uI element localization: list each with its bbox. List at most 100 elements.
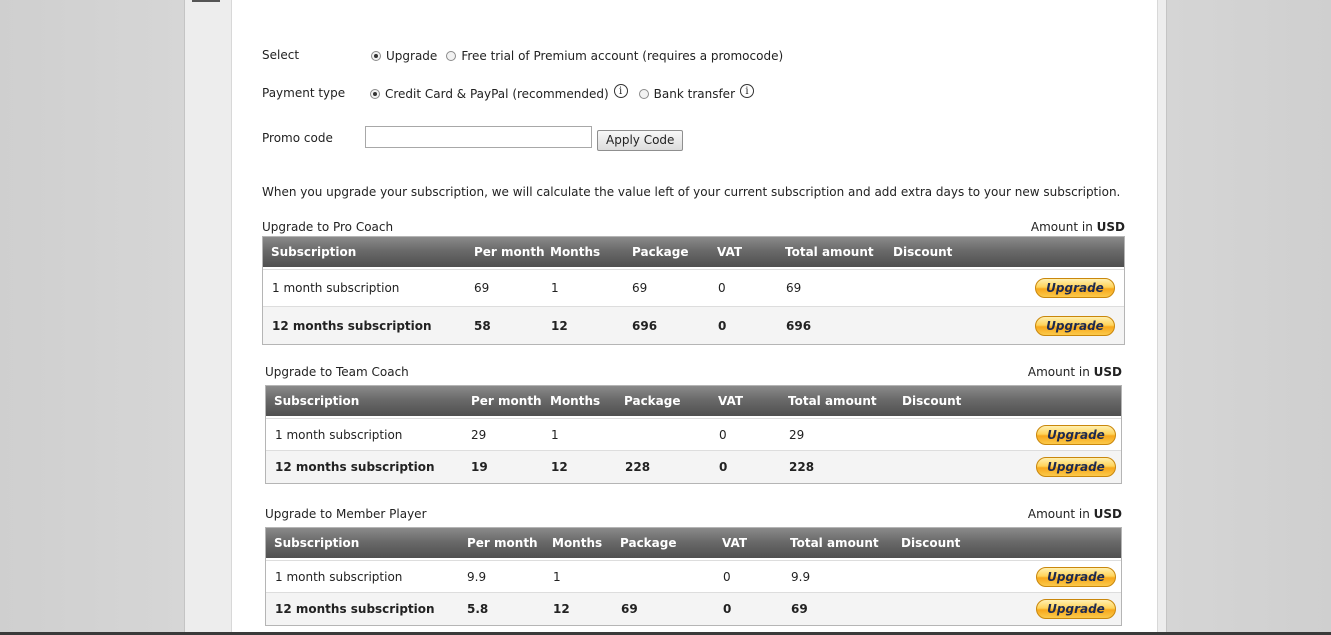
- credit-card-info-icon[interactable]: i: [613, 84, 628, 98]
- cell-per-month: 5.8: [467, 602, 489, 616]
- cell-vat: 0: [723, 569, 731, 584]
- cell-per-month: 29: [471, 427, 487, 442]
- section-title-member-player: Upgrade to Member Player: [265, 507, 427, 521]
- cell-vat: 0: [719, 460, 728, 474]
- cell-total: 228: [789, 460, 815, 474]
- cell-per-month: 19: [471, 460, 488, 474]
- upgrade-button[interactable]: Upgrade: [1036, 566, 1116, 587]
- header-per-month: Per month: [474, 245, 545, 259]
- upgrade-button[interactable]: Upgrade: [1036, 599, 1116, 619]
- credit-card-paypal-label[interactable]: Credit Card & PayPal (recommended): [385, 87, 609, 101]
- bank-transfer-radio[interactable]: [638, 89, 649, 99]
- table-row: 1 month subscription 29 1 0 29 Upgrade: [266, 418, 1121, 450]
- upgrade-radio[interactable]: [371, 51, 381, 61]
- header-package: Package: [620, 536, 677, 550]
- cell-subscription: 12 months subscription: [275, 460, 435, 474]
- cell-package: 228: [625, 460, 651, 474]
- amount-currency-member-player: Amount in USD: [1028, 507, 1122, 521]
- cell-subscription: 12 months subscription: [272, 318, 432, 333]
- cell-subscription: 1 month subscription: [275, 427, 403, 442]
- cell-vat: 0: [718, 318, 727, 333]
- header-subscription: Subscription: [271, 245, 357, 259]
- cell-months: 12: [551, 318, 568, 333]
- cell-vat: 0: [723, 602, 732, 616]
- table-row: 12 months subscription 5.8 12 69 0 69 Up…: [266, 592, 1121, 625]
- header-discount: Discount: [893, 245, 953, 259]
- cell-months: 1: [551, 427, 559, 442]
- cell-months: 1: [553, 569, 561, 584]
- amount-prefix: Amount in: [1030, 220, 1093, 234]
- cell-vat: 0: [719, 427, 727, 442]
- header-per-month: Per month: [467, 536, 538, 550]
- upgrade-button[interactable]: Upgrade: [1036, 424, 1116, 445]
- header-per-month: Per month: [471, 394, 542, 408]
- header-months: Months: [550, 245, 601, 259]
- promo-code-label: Promo code: [262, 131, 333, 145]
- credit-card-paypal-radio[interactable]: [370, 89, 380, 99]
- payment-type-label: Payment type: [262, 86, 346, 100]
- cell-total: 69: [791, 602, 808, 616]
- table-row: 12 months subscription 19 12 228 0 228 U…: [266, 450, 1121, 483]
- cell-total: 69: [786, 281, 802, 295]
- free-trial-radio-label[interactable]: Free trial of Premium account (requires …: [461, 49, 783, 63]
- apply-code-button[interactable]: Apply Code: [597, 130, 684, 151]
- upgrade-button[interactable]: Upgrade: [1035, 315, 1115, 336]
- amount-currency-team-coach: Amount in USD: [1028, 365, 1122, 379]
- bank-transfer-label[interactable]: Bank transfer: [654, 87, 735, 101]
- table-header: Subscription Per month Months Package VA…: [266, 386, 1121, 418]
- currency-code: USD: [1093, 365, 1122, 379]
- section-title-pro-coach: Upgrade to Pro Coach: [262, 220, 394, 234]
- currency-code: USD: [1096, 220, 1125, 234]
- cell-total: 696: [786, 318, 812, 333]
- header-total-amount: Total amount: [790, 536, 879, 550]
- cell-package: 69: [621, 602, 638, 616]
- cell-total: 9.9: [791, 569, 811, 584]
- header-package: Package: [632, 245, 689, 259]
- promo-code-input[interactable]: [365, 126, 592, 148]
- table-header: Subscription Per month Months Package VA…: [266, 528, 1121, 560]
- cell-months: 12: [551, 460, 568, 474]
- upgrade-button[interactable]: Upgrade: [1036, 457, 1116, 477]
- table-row: 12 months subscription 58 12 696 0 696 U…: [263, 306, 1124, 344]
- cell-subscription: 1 month subscription: [275, 569, 403, 584]
- amount-currency-pro-coach: Amount in USD: [1031, 220, 1125, 234]
- amount-prefix: Amount in: [1027, 507, 1090, 521]
- header-months: Months: [552, 536, 603, 550]
- amount-prefix: Amount in: [1027, 365, 1090, 379]
- header-total-amount: Total amount: [785, 245, 874, 259]
- cell-per-month: 9.9: [467, 569, 487, 584]
- cell-package: 696: [632, 318, 658, 333]
- table-member-player: Subscription Per month Months Package VA…: [265, 527, 1122, 626]
- table-row: 1 month subscription 9.9 1 0 9.9 Upgrade: [266, 560, 1121, 592]
- select-label: Select: [262, 48, 300, 62]
- cell-package: 69: [632, 281, 648, 295]
- tab-stub: [192, 0, 220, 2]
- table-header: Subscription Per month Months Package VA…: [263, 237, 1124, 269]
- upgrade-radio-label[interactable]: Upgrade: [386, 49, 437, 63]
- currency-code: USD: [1093, 507, 1122, 521]
- cell-per-month: 69: [474, 281, 490, 295]
- cell-subscription: 1 month subscription: [272, 281, 400, 295]
- header-discount: Discount: [901, 536, 961, 550]
- upgrade-button[interactable]: Upgrade: [1035, 278, 1115, 298]
- cell-months: 12: [553, 602, 570, 616]
- header-vat: VAT: [722, 536, 748, 550]
- header-total-amount: Total amount: [788, 394, 877, 408]
- header-subscription: Subscription: [274, 536, 360, 550]
- cell-total: 29: [789, 427, 805, 442]
- free-trial-radio[interactable]: [446, 51, 457, 61]
- header-vat: VAT: [717, 245, 743, 259]
- cell-subscription: 12 months subscription: [275, 602, 435, 616]
- section-title-team-coach: Upgrade to Team Coach: [265, 365, 409, 379]
- table-team-coach: Subscription Per month Months Package VA…: [265, 385, 1122, 484]
- upgrade-note: When you upgrade your subscription, we w…: [262, 185, 1121, 199]
- header-discount: Discount: [902, 394, 962, 408]
- table-row: 1 month subscription 69 1 69 0 69 Upgrad…: [263, 269, 1124, 306]
- cell-months: 1: [551, 281, 559, 295]
- bank-transfer-info-icon[interactable]: i: [740, 84, 755, 98]
- header-subscription: Subscription: [274, 394, 360, 408]
- header-months: Months: [550, 394, 601, 408]
- table-pro-coach: Subscription Per month Months Package VA…: [262, 236, 1125, 345]
- cell-vat: 0: [718, 281, 726, 295]
- cell-per-month: 58: [474, 318, 491, 333]
